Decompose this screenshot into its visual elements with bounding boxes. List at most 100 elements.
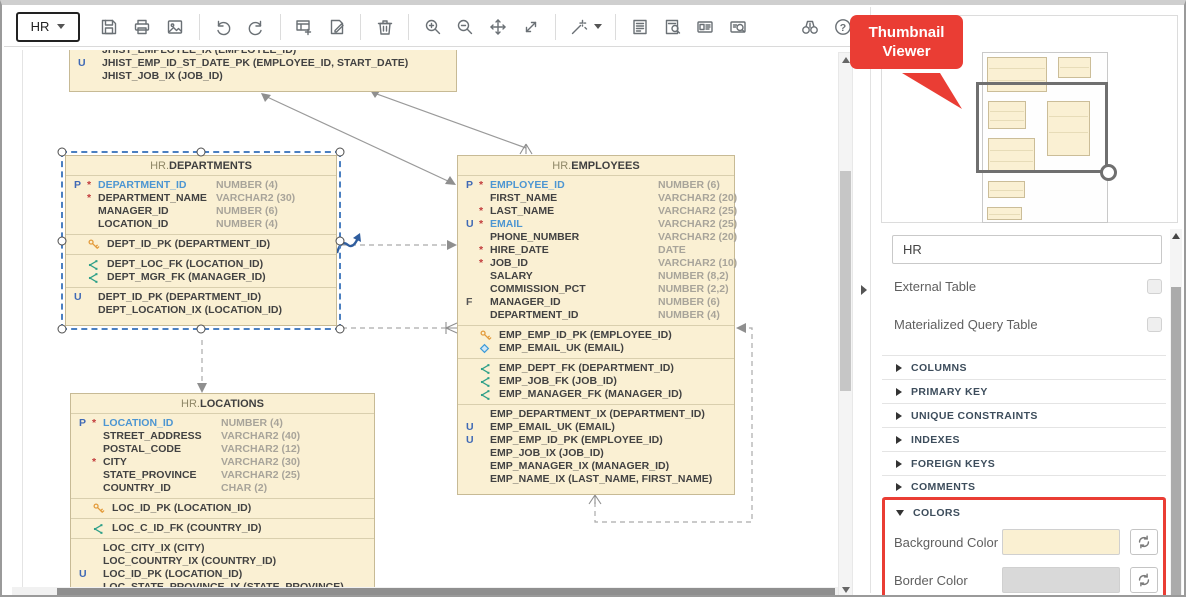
splitter-collapse-icon[interactable] — [861, 285, 867, 295]
key-row[interactable]: DEPT_ID_PK (DEPARTMENT_ID) — [74, 238, 332, 251]
column-row[interactable]: P*DEPARTMENT_IDNUMBER (4) — [74, 179, 332, 192]
selection-handle[interactable] — [197, 148, 206, 157]
index-row[interactable]: UJHIST_EMP_ID_ST_DATE_PK (EMPLOYEE_ID, S… — [78, 57, 452, 70]
card-search-button[interactable] — [725, 12, 752, 42]
column-row[interactable]: FMANAGER_IDNUMBER (6) — [466, 296, 730, 309]
delete-button[interactable] — [371, 12, 398, 42]
column-row[interactable]: MANAGER_IDNUMBER (6) — [74, 205, 332, 218]
help-button[interactable]: ? — [829, 12, 856, 42]
index-row[interactable]: UDEPT_ID_PK (DEPARTMENT_ID) — [74, 291, 332, 304]
column-row[interactable]: STREET_ADDRESSVARCHAR2 (40) — [79, 430, 370, 443]
vertical-scroll-thumb[interactable] — [840, 171, 851, 391]
section-comments[interactable]: COMMENTS — [882, 475, 1166, 499]
background-color-reset-button[interactable] — [1130, 529, 1158, 555]
pan-fit-button[interactable] — [485, 12, 512, 42]
report-list-button[interactable] — [626, 12, 653, 42]
column-row[interactable]: *HIRE_DATEDATE — [466, 244, 730, 257]
add-table-button[interactable] — [290, 12, 317, 42]
index-row[interactable]: EMP_NAME_IX (LAST_NAME, FIRST_NAME) — [466, 473, 730, 486]
key-row[interactable]: LOC_ID_PK (LOCATION_ID) — [79, 502, 370, 515]
canvas-horizontal-scrollbar[interactable] — [12, 587, 838, 597]
edit-document-button[interactable] — [323, 12, 350, 42]
section-unique-constraints[interactable]: UNIQUE CONSTRAINTS — [882, 403, 1166, 427]
selection-handle[interactable] — [336, 236, 345, 245]
border-color-reset-button[interactable] — [1130, 567, 1158, 593]
key-row[interactable]: EMP_EMAIL_UK (EMAIL) — [466, 342, 730, 355]
card-view-button[interactable] — [692, 12, 719, 42]
column-row[interactable]: P*LOCATION_IDNUMBER (4) — [79, 417, 370, 430]
sidebar-scroll-thumb[interactable] — [1171, 287, 1181, 595]
section-indexes[interactable]: INDEXES — [882, 427, 1166, 451]
panel-splitter[interactable] — [870, 7, 871, 593]
index-row[interactable]: EMP_DEPARTMENT_IX (DEPARTMENT_ID) — [466, 408, 730, 421]
table-job-history-partial[interactable]: JHIST_EMPLOYEE_IX (EMPLOYEE_ID)UJHIST_EM… — [69, 50, 457, 92]
column-row[interactable]: LOCATION_IDNUMBER (4) — [74, 218, 332, 231]
report-search-button[interactable] — [659, 12, 686, 42]
horizontal-scroll-thumb[interactable] — [57, 588, 835, 597]
index-row[interactable]: EMP_MANAGER_IX (MANAGER_ID) — [466, 460, 730, 473]
column-row[interactable]: COMMISSION_PCTNUMBER (2,2) — [466, 283, 730, 296]
print-button[interactable] — [129, 12, 156, 42]
table-header[interactable]: HR.LOCATIONS — [71, 394, 374, 414]
index-row[interactable]: ULOC_ID_PK (LOCATION_ID) — [79, 568, 370, 581]
selection-handle[interactable] — [58, 148, 67, 157]
table-locations[interactable]: HR.LOCATIONS P*LOCATION_IDNUMBER (4)STREE… — [70, 393, 375, 587]
index-row[interactable]: JHIST_EMPLOYEE_IX (EMPLOYEE_ID) — [78, 50, 452, 57]
selection-handle[interactable] — [336, 148, 345, 157]
column-row[interactable]: PHONE_NUMBERVARCHAR2 (20) — [466, 231, 730, 244]
table-employees[interactable]: HR.EMPLOYEES P*EMPLOYEE_IDNUMBER (6)FIRST… — [457, 155, 735, 495]
column-row[interactable]: U*EMAILVARCHAR2 (25) — [466, 218, 730, 231]
column-row[interactable]: *JOB_IDVARCHAR2 (10) — [466, 257, 730, 270]
selection-handle[interactable] — [336, 325, 345, 334]
index-row[interactable]: EMP_JOB_IX (JOB_ID) — [466, 447, 730, 460]
save-button[interactable] — [96, 12, 123, 42]
key-row[interactable]: EMP_DEPT_FK (DEPARTMENT_ID) — [466, 362, 730, 375]
column-row[interactable]: FIRST_NAMEVARCHAR2 (20) — [466, 192, 730, 205]
key-row[interactable]: EMP_MANAGER_FK (MANAGER_ID) — [466, 388, 730, 401]
key-row[interactable]: DEPT_MGR_FK (MANAGER_ID) — [74, 271, 332, 284]
section-colors[interactable]: COLORS — [896, 507, 960, 519]
index-row[interactable]: LOC_COUNTRY_IX (COUNTRY_ID) — [79, 555, 370, 568]
selection-handle[interactable] — [197, 325, 206, 334]
background-color-swatch[interactable] — [1002, 529, 1120, 555]
table-header[interactable]: HR.DEPARTMENTS — [66, 156, 336, 176]
scroll-up-arrow-icon[interactable] — [1172, 233, 1180, 239]
find-button[interactable] — [796, 12, 823, 42]
resize-diagonal-button[interactable] — [518, 12, 545, 42]
index-row[interactable]: LOC_STATE_PROVINCE_IX (STATE_PROVINCE) — [79, 581, 370, 587]
section-foreign-keys[interactable]: FOREIGN KEYS — [882, 451, 1166, 475]
selection-handle[interactable] — [58, 325, 67, 334]
column-row[interactable]: POSTAL_CODEVARCHAR2 (12) — [79, 443, 370, 456]
key-row[interactable]: LOC_C_ID_FK (COUNTRY_ID) — [79, 522, 370, 535]
magic-wand-button[interactable] — [566, 12, 606, 42]
index-row[interactable]: JHIST_JOB_IX (JOB_ID) — [78, 70, 452, 83]
export-image-button[interactable] — [162, 12, 189, 42]
scroll-up-arrow-icon[interactable] — [842, 57, 850, 63]
redo-button[interactable] — [243, 12, 270, 42]
column-row[interactable]: DEPARTMENT_IDNUMBER (4) — [466, 309, 730, 322]
border-color-swatch[interactable] — [1002, 567, 1120, 593]
sidebar-scrollbar[interactable] — [1170, 229, 1182, 597]
column-row[interactable]: *CITYVARCHAR2 (30) — [79, 456, 370, 469]
key-row[interactable]: DEPT_LOC_FK (LOCATION_ID) — [74, 258, 332, 271]
column-row[interactable]: *LAST_NAMEVARCHAR2 (25) — [466, 205, 730, 218]
schema-select[interactable]: HR — [16, 12, 80, 42]
column-row[interactable]: *DEPARTMENT_NAMEVARCHAR2 (30) — [74, 192, 332, 205]
index-row[interactable]: LOC_CITY_IX (CITY) — [79, 542, 370, 555]
table-departments[interactable]: HR.DEPARTMENTS P*DEPARTMENT_IDNUMBER (4)*… — [65, 155, 337, 326]
table-name-input[interactable] — [892, 235, 1162, 264]
column-row[interactable]: P*EMPLOYEE_IDNUMBER (6) — [466, 179, 730, 192]
thumbnail-viewport-rect[interactable] — [976, 82, 1108, 173]
diagram-canvas[interactable]: JHIST_EMPLOYEE_IX (EMPLOYEE_ID)UJHIST_EM… — [10, 50, 838, 587]
external-table-checkbox[interactable] — [1147, 279, 1162, 294]
index-row[interactable]: UEMP_EMAIL_UK (EMAIL) — [466, 421, 730, 434]
index-row[interactable]: DEPT_LOCATION_IX (LOCATION_ID) — [74, 304, 332, 317]
undo-button[interactable] — [210, 12, 237, 42]
table-header[interactable]: HR.EMPLOYEES — [458, 156, 734, 176]
canvas-vertical-scrollbar[interactable] — [838, 52, 853, 597]
column-row[interactable]: SALARYNUMBER (8,2) — [466, 270, 730, 283]
column-row[interactable]: COUNTRY_IDCHAR (2) — [79, 482, 370, 495]
scroll-down-arrow-icon[interactable] — [842, 587, 850, 593]
zoom-out-button[interactable] — [452, 12, 479, 42]
section-primary-key[interactable]: PRIMARY KEY — [882, 379, 1166, 403]
